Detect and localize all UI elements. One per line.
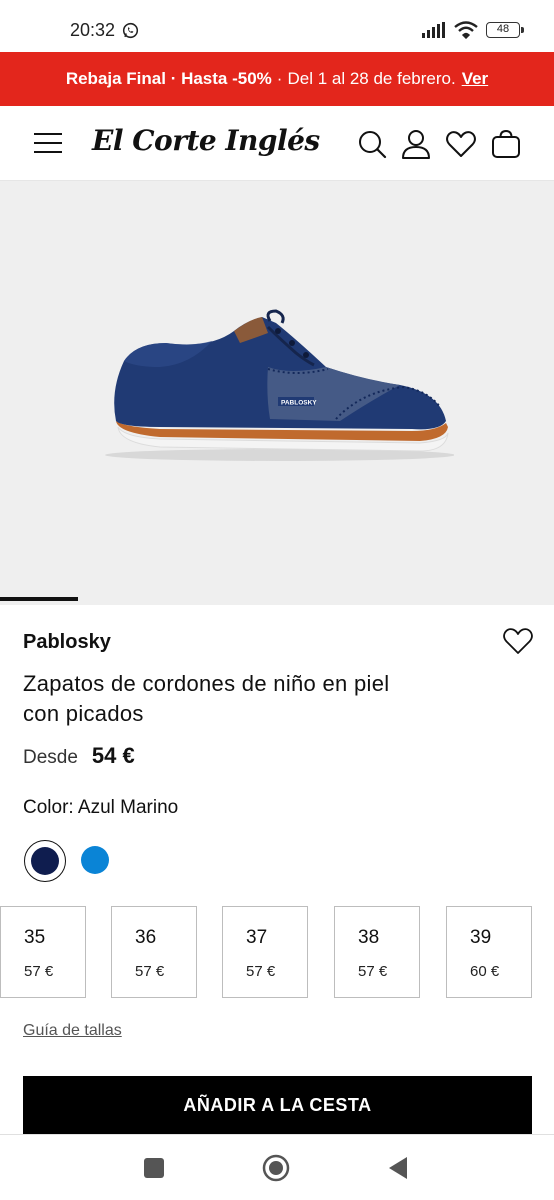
battery-icon: 48 <box>486 22 524 38</box>
size-price: 57 € <box>246 963 276 980</box>
size-option-35[interactable]: 35 57 € <box>0 906 86 998</box>
size-option-38[interactable]: 38 57 € <box>334 906 420 998</box>
signal-icon <box>422 22 445 38</box>
gallery-progress <box>0 597 554 605</box>
header: El Corte Inglés <box>0 106 554 181</box>
size-number: 36 <box>135 927 157 948</box>
product-price: 54 € <box>91 743 135 768</box>
wifi-icon <box>454 21 478 39</box>
color-swatch-blue[interactable] <box>75 840 117 882</box>
size-price: 57 € <box>24 963 54 980</box>
color-swatch-navy[interactable] <box>24 840 66 882</box>
search-icon[interactable] <box>356 128 388 160</box>
promo-link[interactable]: Ver <box>462 69 488 89</box>
size-number: 39 <box>470 927 492 948</box>
whatsapp-icon <box>122 22 139 39</box>
price-row: Desde 54 € <box>23 743 135 769</box>
size-number: 38 <box>358 927 380 948</box>
promo-banner[interactable]: Rebaja Final · Hasta -50% · Del 1 al 28 … <box>0 52 554 106</box>
size-option-39[interactable]: 39 60 € <box>446 906 532 998</box>
heart-icon[interactable] <box>445 128 477 160</box>
system-nav-bar <box>0 1134 554 1200</box>
size-number: 35 <box>24 927 46 948</box>
size-option-37[interactable]: 37 57 € <box>222 906 308 998</box>
size-price: 57 € <box>135 963 165 980</box>
color-swatch-fill <box>31 847 59 875</box>
size-price: 60 € <box>470 963 500 980</box>
back-icon[interactable] <box>385 1154 413 1182</box>
status-time: 20:32 <box>70 20 116 40</box>
color-label: Color: <box>23 797 74 818</box>
size-price: 57 € <box>358 963 388 980</box>
product-image: PABLOSKY <box>105 309 454 461</box>
shoe-brand-label: PABLOSKY <box>281 400 317 407</box>
menu-icon[interactable] <box>34 132 62 154</box>
status-icons: 48 <box>422 21 524 39</box>
color-value: Azul Marino <box>77 797 179 818</box>
size-option-36[interactable]: 36 57 € <box>111 906 197 998</box>
recents-icon[interactable] <box>140 1154 168 1182</box>
home-icon[interactable] <box>262 1154 290 1182</box>
bag-icon[interactable] <box>490 128 522 160</box>
price-prefix: Desde <box>23 747 78 768</box>
size-selector[interactable]: 35 57 € 36 57 € 37 57 € 38 57 € 39 60 € <box>0 906 554 998</box>
color-swatch-fill <box>81 846 109 874</box>
product-brand[interactable]: Pablosky <box>23 631 111 654</box>
product-title: Zapatos de cordones de niño en piel con … <box>23 669 483 729</box>
add-to-cart-button[interactable]: AÑADIR A LA CESTA <box>23 1076 532 1134</box>
user-icon[interactable] <box>400 128 432 160</box>
product-title-line-1: Zapatos de cordones de niño en piel <box>23 671 390 696</box>
promo-text: Del 1 al 28 de febrero. <box>287 69 456 88</box>
size-number: 37 <box>246 927 268 948</box>
promo-bold: Rebaja Final · Hasta -50% <box>65 69 272 88</box>
size-guide-link[interactable]: Guía de tallas <box>23 1022 122 1040</box>
gallery-progress-bar <box>0 597 78 601</box>
color-row: Color: Azul Marino <box>23 797 178 819</box>
status-bar: 20:32 48 <box>0 0 554 52</box>
product-title-line-2: con picados <box>23 701 144 726</box>
promo-separator: · <box>276 69 283 88</box>
product-gallery[interactable]: PABLOSKY <box>0 181 554 605</box>
favorite-icon[interactable] <box>502 626 534 656</box>
logo[interactable]: El Corte Inglés <box>92 124 320 157</box>
